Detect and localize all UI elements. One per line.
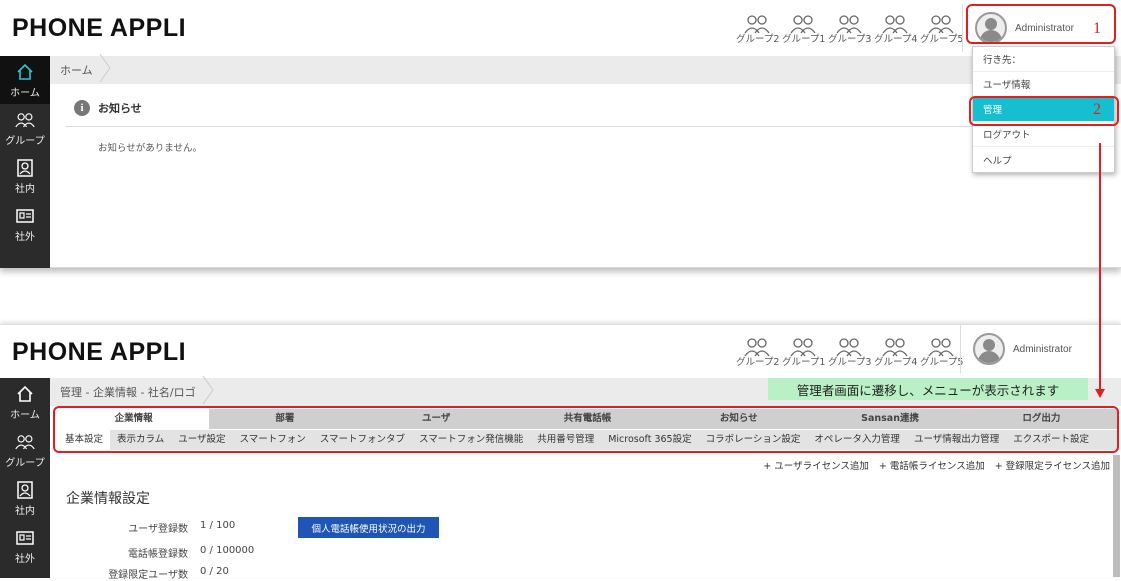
sidebar: ホーム グループ 社内 社外: [0, 56, 50, 268]
stat-label: 登録限定ユーザ数: [108, 570, 188, 581]
info-icon: i: [74, 100, 90, 116]
group-icon: [15, 113, 35, 128]
annotation-step2: 2: [1093, 101, 1101, 118]
group-icon: [790, 15, 816, 34]
breadcrumb-item[interactable]: 管理 - 企業情報 - 社名/ロゴ: [60, 376, 214, 404]
contact-book-icon: [17, 159, 33, 177]
export-usage-button[interactable]: 個人電話帳使用状況の出力: [298, 517, 439, 538]
group-shortcut[interactable]: グループ2: [736, 337, 779, 368]
top-screen-panel: PHONE APPLI グループ2 グループ1 グループ3 グループ4 グループ…: [0, 0, 1121, 268]
dropdown-item-help[interactable]: ヘルプ: [973, 147, 1114, 172]
home-icon: [17, 385, 33, 402]
group-icon: [928, 15, 954, 34]
group-shortcut[interactable]: グループ5: [920, 337, 963, 368]
group-icon: [790, 338, 816, 357]
annotation-note: 管理者画面に遷移し、メニューが表示されます: [768, 378, 1088, 400]
group-icon: [928, 338, 954, 357]
stat-row: 電話帳登録数 0 / 100000: [0, 545, 254, 560]
breadcrumb-item[interactable]: ホーム: [60, 54, 111, 82]
arrow-down-icon: [1095, 389, 1105, 398]
notice-empty-text: お知らせがありません。: [98, 143, 203, 154]
sidebar-item-group[interactable]: グループ: [0, 426, 50, 474]
group-icon: [882, 338, 908, 357]
sidebar-item-internal[interactable]: 社内: [0, 474, 50, 522]
notice-header: i お知らせ: [74, 100, 142, 116]
group-shortcut[interactable]: グループ1: [782, 337, 825, 368]
sidebar-item-home[interactable]: ホーム: [0, 56, 50, 104]
group-icon: [744, 338, 770, 357]
breadcrumb: ホーム: [50, 54, 1121, 84]
user-name: Administrator: [1013, 343, 1072, 355]
divider: [66, 126, 974, 127]
sidebar-item-external[interactable]: 社外: [0, 200, 50, 248]
group-shortcut[interactable]: グループ3: [828, 337, 871, 368]
sidebar-item-home[interactable]: ホーム: [0, 378, 50, 426]
group-shortcut[interactable]: グループ1: [782, 14, 825, 45]
stat-row: ユーザ登録数 1 / 100: [0, 520, 235, 535]
group-shortcut[interactable]: グループ4: [874, 337, 917, 368]
annotation-step1: 1: [1093, 20, 1101, 37]
group-icon: [836, 15, 862, 34]
chevron-right-icon: [99, 54, 111, 82]
license-links: + ユーザライセンス追加 + 電話帳ライセンス追加 + 登録限定ライセンス追加: [763, 458, 1110, 472]
add-limited-license-link[interactable]: + 登録限定ライセンス追加: [995, 458, 1110, 472]
avatar: [973, 333, 1005, 365]
dropdown-item-user-info[interactable]: ユーザ情報: [973, 72, 1114, 97]
home-icon: [17, 63, 33, 80]
app-logo: PHONE APPLI: [12, 338, 187, 366]
group-shortcut[interactable]: グループ5: [920, 14, 963, 45]
group-icon: [836, 338, 862, 357]
chevron-right-icon: [202, 376, 214, 404]
user-menu-trigger[interactable]: Administrator: [960, 325, 1072, 373]
stat-value: 0 / 100000: [200, 545, 255, 556]
sidebar-item-group[interactable]: グループ: [0, 104, 50, 152]
stat-row: 登録限定ユーザ数 0 / 20: [0, 566, 229, 581]
group-icon: [15, 435, 35, 450]
stat-label: 電話帳登録数: [128, 549, 188, 560]
dropdown-item-destination[interactable]: 行き先：: [973, 47, 1114, 72]
stat-value: 1 / 100: [200, 520, 236, 531]
group-icon: [744, 15, 770, 34]
sidebar-item-internal[interactable]: 社内: [0, 152, 50, 200]
annotation-box-tabs: [53, 406, 1119, 453]
business-card-icon: [16, 209, 34, 223]
scrollbar[interactable]: [1113, 455, 1120, 577]
group-shortcuts: グループ2 グループ1 グループ3 グループ4 グループ5: [736, 14, 963, 45]
stat-value: 0 / 20: [200, 566, 229, 577]
group-shortcut[interactable]: グループ3: [828, 14, 871, 45]
app-logo: PHONE APPLI: [12, 14, 187, 42]
notice-title: お知らせ: [98, 102, 142, 115]
group-shortcut[interactable]: グループ2: [736, 14, 779, 45]
add-phonebook-license-link[interactable]: + 電話帳ライセンス追加: [879, 458, 985, 472]
section-title: 企業情報設定: [66, 491, 150, 507]
contact-book-icon: [17, 481, 33, 499]
add-user-license-link[interactable]: + ユーザライセンス追加: [763, 458, 869, 472]
group-shortcut[interactable]: グループ4: [874, 14, 917, 45]
stat-label: ユーザ登録数: [128, 524, 188, 535]
annotation-arrow-line: [1099, 143, 1101, 391]
group-shortcuts: グループ2 グループ1 グループ3 グループ4 グループ5: [736, 337, 963, 368]
group-icon: [882, 15, 908, 34]
